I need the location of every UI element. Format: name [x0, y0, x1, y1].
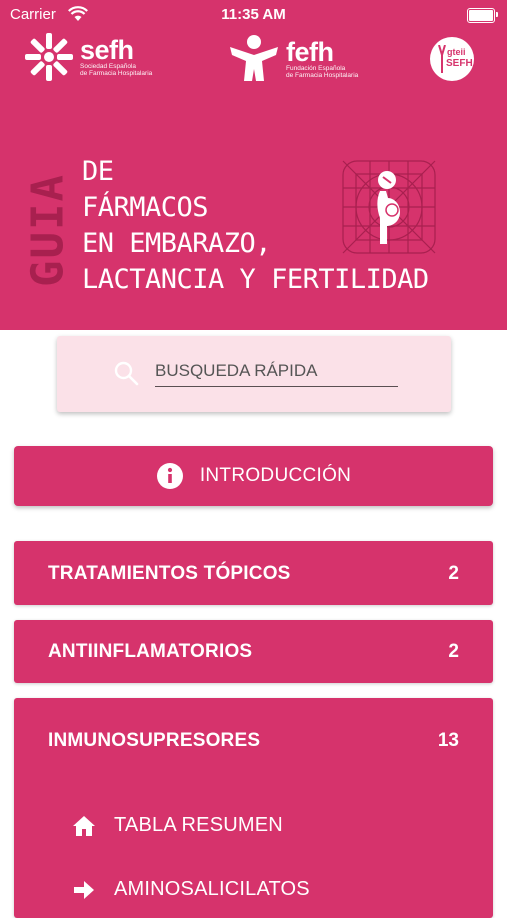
subitem-tabla-resumen[interactable]: TABLA RESUMEN	[72, 814, 283, 837]
status-bar: Carrier 11:35 AM	[0, 0, 507, 30]
category-count-badge: 13	[437, 730, 459, 751]
pregnant-woman-icon	[342, 160, 436, 254]
category-title: INMUNOSUPRESORES	[48, 730, 261, 751]
category-inmunosupresores[interactable]: INMUNOSUPRESORES 13 TABLA RESUMEN AMINOS…	[14, 698, 493, 918]
gteii-sefh-text: SEFH	[446, 58, 473, 69]
category-antiinflamatorios[interactable]: ANTIINFLAMATORIOS 2	[14, 620, 493, 683]
battery-icon	[467, 8, 498, 23]
subitem-aminosalicilatos[interactable]: AMINOSALICILATOS	[72, 878, 310, 901]
sefh-subtitle-1: Sociedad Española	[80, 63, 137, 70]
search-input[interactable]	[155, 356, 398, 387]
sefh-logo-icon	[25, 33, 73, 81]
search-icon[interactable]	[113, 360, 139, 386]
info-icon	[156, 463, 183, 489]
arrow-right-icon	[74, 880, 94, 899]
subitem-label: AMINOSALICILATOS	[114, 878, 310, 900]
search-card	[57, 336, 451, 412]
category-count-badge: 2	[448, 563, 459, 584]
category-count-badge: 2	[448, 641, 459, 662]
guia-vertical-title: GUIA	[23, 160, 74, 300]
fefh-subtitle-2: de Farmacia Hospitalaria	[286, 72, 359, 79]
subitem-label: TABLA RESUMEN	[114, 814, 283, 836]
home-icon	[73, 815, 95, 836]
sefh-brand: sefh	[80, 35, 134, 65]
sefh-logo: sefh Sociedad Española de Farmacia Hospi…	[22, 30, 152, 84]
sefh-subtitle-2: de Farmacia Hospitalaria	[80, 70, 153, 77]
gteii-y-icon	[438, 45, 446, 73]
gteii-sefh-logo: gteii SEFH	[430, 37, 474, 81]
intro-button[interactable]: INTRODUCCIÓN	[14, 446, 493, 506]
fefh-logo-icon	[230, 35, 278, 81]
fefh-subtitle-1: Fundación Española	[286, 65, 346, 72]
title-line-4: LACTANCIA Y FERTILIDAD	[82, 264, 429, 295]
app-header: sefh Sociedad Española de Farmacia Hospi…	[0, 0, 507, 330]
intro-label: INTRODUCCIÓN	[199, 465, 352, 486]
fefh-brand: fefh	[286, 37, 334, 67]
guia-vertical-text: GUIA	[22, 173, 74, 287]
category-title: ANTIINFLAMATORIOS	[48, 641, 253, 662]
category-title: TRATAMIENTOS TÓPICOS	[48, 563, 291, 584]
status-time: 11:35 AM	[221, 6, 286, 23]
gteii-text: gteii	[447, 47, 466, 57]
fefh-logo: fefh Fundación Española de Farmacia Hosp…	[226, 33, 358, 85]
category-tratamientos-topicos[interactable]: TRATAMIENTOS TÓPICOS 2	[14, 541, 493, 605]
